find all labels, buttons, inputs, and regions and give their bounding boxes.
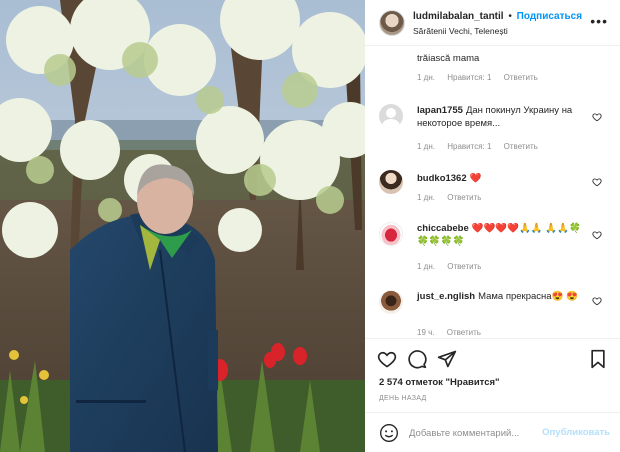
follow-button[interactable]: Подписаться: [517, 11, 582, 22]
author-line: ludmilabalan_tantil • Подписаться: [413, 11, 582, 22]
comment-meta: 1 дн. Нравится: 1 Ответить: [417, 73, 548, 82]
comment-item: trăiască mama 1 дн. Нравится: 1 Ответить: [365, 46, 620, 90]
comment-text: chiccabebe ❤️❤️❤️❤️🙏🙏 🙏🙏🍀🍀🍀🍀🍀: [417, 222, 582, 248]
comment-item: budko1362 ❤️ 1 дн. Ответить: [365, 168, 620, 212]
comment-meta: 1 дн. Ответить: [417, 193, 491, 202]
comment-bubble-icon[interactable]: [407, 349, 427, 369]
comment-meta: 19 ч. Ответить: [417, 328, 491, 337]
comment-meta: 1 дн. Нравится: 1 Ответить: [417, 142, 548, 151]
comment-like-heart-icon[interactable]: [592, 230, 602, 240]
post-location[interactable]: Sărătenii Vechi, Telenești: [413, 26, 508, 36]
add-comment-bar: Опубликовать: [365, 412, 620, 452]
share-send-icon[interactable]: [437, 349, 457, 369]
like-heart-icon[interactable]: [377, 349, 397, 369]
comment-time[interactable]: 1 дн.: [417, 262, 435, 271]
comment-text: lapan1755 Дан покинул Украину на некоторо…: [417, 104, 587, 130]
add-comment-input[interactable]: [409, 424, 541, 442]
comment-time[interactable]: 1 дн.: [417, 193, 435, 202]
post-header: ludmilabalan_tantil • Подписаться Sărăte…: [365, 0, 620, 46]
comment-like-heart-icon[interactable]: [592, 112, 602, 122]
likes-count[interactable]: 2 574 отметок "Нравится": [379, 377, 500, 388]
comment-reply-button[interactable]: Ответить: [504, 73, 538, 82]
publish-comment-button[interactable]: Опубликовать: [542, 427, 610, 438]
more-options-icon[interactable]: •••: [590, 14, 608, 28]
post-timestamp[interactable]: ДЕНЬ НАЗАД: [379, 395, 427, 402]
comment-item: just_e.nglish Мама прекрасна😍 😍 19 ч. Отв…: [365, 288, 620, 338]
comment-body: Мама прекрасна😍 😍: [478, 291, 578, 302]
comment-meta: 1 дн. Ответить: [417, 262, 491, 271]
comment-time[interactable]: 1 дн.: [417, 73, 435, 82]
post-photo[interactable]: [0, 0, 365, 452]
post-side-panel: ludmilabalan_tantil • Подписаться Sărăte…: [365, 0, 620, 452]
comment-text: just_e.nglish Мама прекрасна😍 😍: [417, 290, 585, 303]
author-avatar[interactable]: [379, 10, 405, 36]
comment-body: trăiască mama: [417, 53, 480, 64]
comment-reply-button[interactable]: Ответить: [447, 328, 481, 337]
comment-like-heart-icon[interactable]: [592, 177, 602, 187]
separator-dot: •: [508, 11, 512, 22]
comment-likes[interactable]: Нравится: 1: [447, 73, 491, 82]
commenter-username[interactable]: chiccabebe: [417, 223, 469, 234]
comment-reply-button[interactable]: Ответить: [447, 193, 481, 202]
comment-reply-button[interactable]: Ответить: [447, 262, 481, 271]
comment-time[interactable]: 19 ч.: [417, 328, 435, 337]
commenter-avatar[interactable]: [379, 222, 403, 246]
commenter-username[interactable]: lapan1755: [417, 105, 463, 116]
save-bookmark-icon[interactable]: [588, 349, 608, 369]
commenter-avatar[interactable]: [379, 290, 403, 314]
comment-text: trăiască mama: [417, 52, 587, 65]
commenter-avatar[interactable]: [379, 170, 403, 194]
photo-image: [0, 0, 365, 452]
emoji-smile-icon[interactable]: [379, 423, 399, 443]
comment-like-heart-icon[interactable]: [592, 296, 602, 306]
comment-reply-button[interactable]: Ответить: [504, 142, 538, 151]
commenter-username[interactable]: just_e.nglish: [417, 291, 475, 302]
comment-item: chiccabebe ❤️❤️❤️❤️🙏🙏 🙏🙏🍀🍀🍀🍀🍀 1 дн. Ответ…: [365, 220, 620, 280]
instagram-post-view: ludmilabalan_tantil • Подписаться Sărăte…: [0, 0, 620, 452]
author-username[interactable]: ludmilabalan_tantil: [413, 11, 504, 22]
comment-likes[interactable]: Нравится: 1: [447, 142, 491, 151]
comment-text: budko1362 ❤️: [417, 172, 587, 185]
commenter-username[interactable]: budko1362: [417, 173, 467, 184]
commenter-avatar[interactable]: [379, 104, 403, 128]
comments-list: trăiască mama 1 дн. Нравится: 1 Ответить…: [365, 46, 620, 338]
comment-time[interactable]: 1 дн.: [417, 142, 435, 151]
comment-item: lapan1755 Дан покинул Украину на некоторо…: [365, 100, 620, 160]
comment-body: ❤️: [469, 173, 482, 184]
